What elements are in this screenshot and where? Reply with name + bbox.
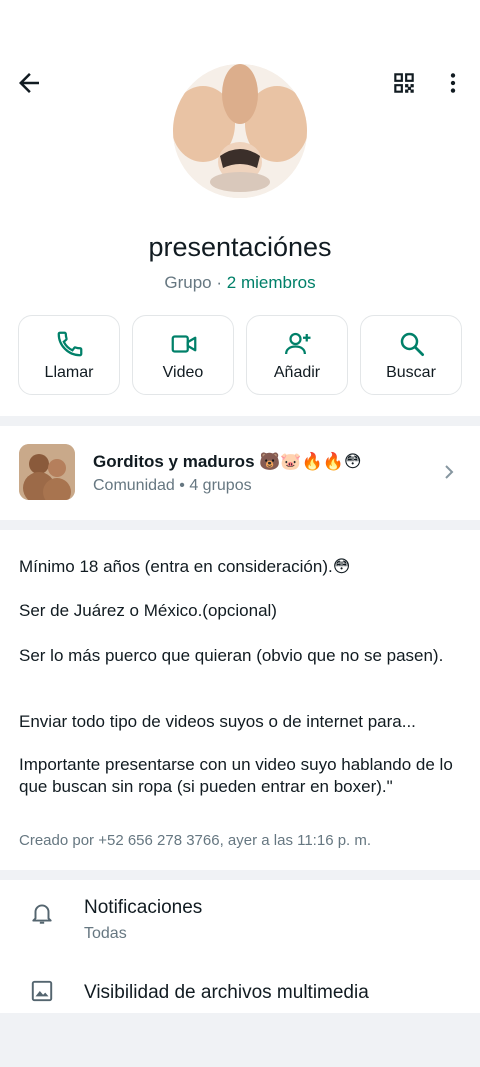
community-avatar xyxy=(19,444,75,500)
notifications-row[interactable]: Notificaciones Todas xyxy=(0,880,480,956)
description-line: Ser lo más puerco que quieran (obvio que… xyxy=(19,646,444,665)
description-line: Ser de Juárez o México.(opcional) xyxy=(19,601,277,620)
created-by: Creado por +52 656 278 3766, ayer a las … xyxy=(19,832,372,849)
description-line: Importante presentarse con un video suyo… xyxy=(19,755,453,796)
qr-code-icon[interactable] xyxy=(391,70,417,96)
phone-icon xyxy=(55,329,85,359)
call-button[interactable]: Llamar xyxy=(18,315,120,395)
subtitle-separator: · xyxy=(216,273,223,292)
add-person-icon xyxy=(283,329,313,359)
members-link[interactable]: 2 miembros xyxy=(227,273,316,292)
add-participant-button[interactable]: Añadir xyxy=(246,315,348,395)
community-subtitle: Comunidad • 4 grupos xyxy=(93,477,252,494)
description-line: Mínimo 18 años (entra en consideración).… xyxy=(19,557,351,576)
notifications-title: Notificaciones xyxy=(84,897,203,918)
add-label: Añadir xyxy=(273,364,321,381)
media-visibility-row[interactable]: Visibilidad de archivos multimedia xyxy=(0,966,480,1013)
image-icon xyxy=(29,978,55,1004)
group-subtitle: Grupo · 2 miembros xyxy=(0,273,480,293)
search-label: Buscar xyxy=(386,364,436,381)
video-label: Video xyxy=(162,364,204,381)
community-row[interactable]: Gorditos y maduros 🐻🐷🔥🔥😳 Comunidad • 4 g… xyxy=(0,426,480,520)
chevron-right-icon xyxy=(440,462,458,482)
bell-icon xyxy=(29,900,55,926)
action-buttons: Llamar Video Añadir Buscar xyxy=(18,315,462,397)
community-name: Gorditos y maduros 🐻🐷🔥🔥😳 xyxy=(93,452,362,471)
more-vert-icon[interactable] xyxy=(440,70,466,96)
group-settings: Notificaciones Todas Visibilidad de arch… xyxy=(0,880,480,1013)
media-visibility-title: Visibilidad de archivos multimedia xyxy=(84,982,369,1003)
group-info-header: presentaciónes Grupo · 2 miembros Llamar… xyxy=(0,0,480,416)
group-name: presentaciónes xyxy=(148,232,332,262)
arrow-left-icon[interactable] xyxy=(14,68,44,98)
video-button[interactable]: Video xyxy=(132,315,234,395)
video-icon xyxy=(169,329,199,359)
group-type: Grupo xyxy=(164,273,212,292)
notifications-value: Todas xyxy=(84,925,127,942)
group-description: Mínimo 18 años (entra en consideración).… xyxy=(0,530,480,870)
search-icon xyxy=(397,329,427,359)
search-button[interactable]: Buscar xyxy=(360,315,462,395)
call-label: Llamar xyxy=(44,364,94,381)
description-line: Enviar todo tipo de videos suyos o de in… xyxy=(19,712,416,731)
group-avatar[interactable] xyxy=(173,64,307,198)
